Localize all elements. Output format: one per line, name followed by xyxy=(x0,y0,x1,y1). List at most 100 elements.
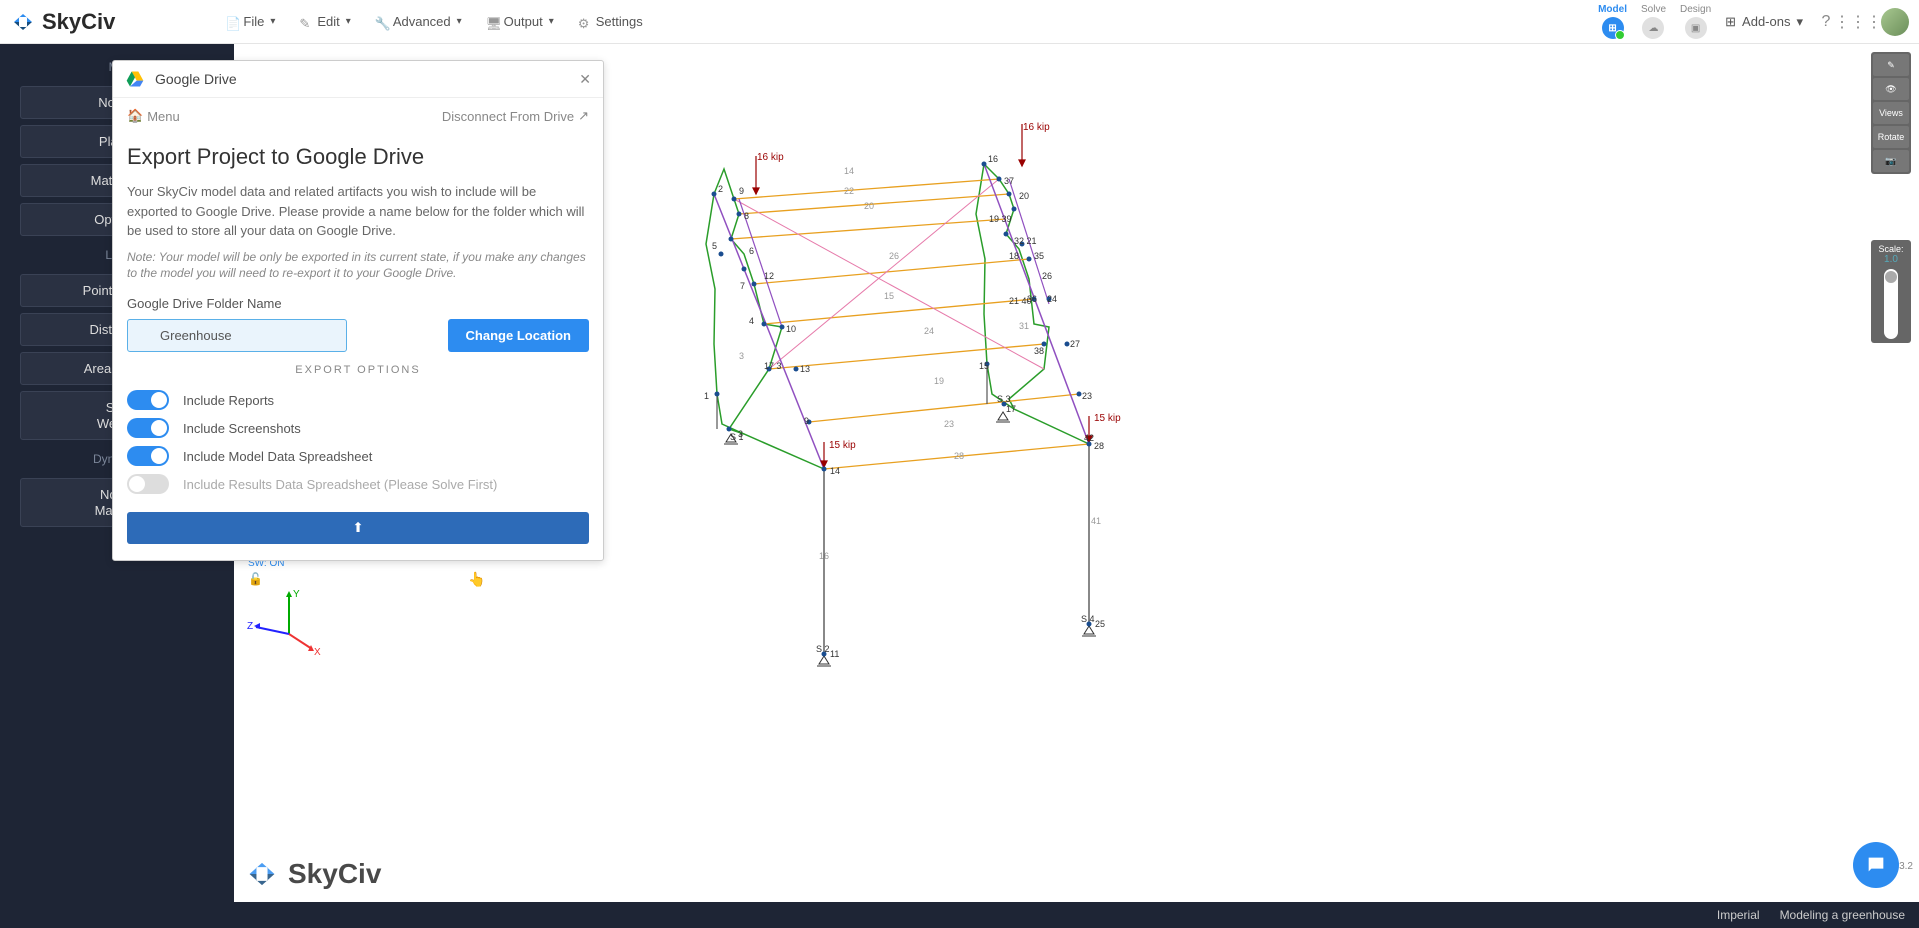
slider-thumb[interactable] xyxy=(1885,271,1897,283)
menu-edit[interactable]: ✎Edit▾ xyxy=(299,14,350,29)
change-location-button[interactable]: Change Location xyxy=(448,319,589,352)
toggle-include-reports[interactable] xyxy=(127,390,169,410)
menu-settings[interactable]: ⚙Settings xyxy=(578,14,643,29)
svg-text:16: 16 xyxy=(819,551,829,561)
brand-text: SkyCiv xyxy=(42,9,115,35)
svg-text:24: 24 xyxy=(1047,294,1057,304)
status-bar: Imperial Modeling a greenhouse xyxy=(0,902,1919,928)
opt-model-sheet-label: Include Model Data Spreadsheet xyxy=(183,449,372,464)
folder-input-row: Change Location xyxy=(127,319,589,352)
project-name[interactable]: Modeling a greenhouse xyxy=(1780,908,1905,922)
svg-text:18: 18 xyxy=(1009,251,1019,261)
scale-slider[interactable] xyxy=(1884,269,1898,339)
svg-text:38: 38 xyxy=(1034,346,1044,356)
mode-design-icon: ▣ xyxy=(1685,17,1707,39)
camera-button[interactable]: 📷 xyxy=(1873,150,1909,172)
svg-text:S 3: S 3 xyxy=(997,394,1011,404)
menu-file-label: File xyxy=(243,14,264,29)
main-menu: 📄 File ▾ ✎Edit▾ 🔧Advanced▾ 🖥Output▾ ⚙Setti… xyxy=(225,14,642,29)
chat-bubble[interactable] xyxy=(1853,842,1899,888)
menu-output[interactable]: 🖥Output▾ xyxy=(486,14,554,29)
disconnect-label: Disconnect From Drive xyxy=(442,109,574,124)
svg-text:14: 14 xyxy=(844,166,854,176)
toggle-include-model-sheet[interactable] xyxy=(127,446,169,466)
scale-value: 1.0 xyxy=(1875,254,1907,265)
svg-text:14: 14 xyxy=(830,466,840,476)
apps-grid-icon[interactable]: ⋮⋮⋮ xyxy=(1849,13,1867,31)
axis-y-label: Y xyxy=(293,589,300,600)
load-label: 16 kip xyxy=(757,152,784,163)
svg-text:31: 31 xyxy=(1019,321,1029,331)
opt-include-screenshots: Include Screenshots xyxy=(127,414,589,442)
mode-design[interactable]: Design▣ xyxy=(1680,4,1711,39)
disconnect-link[interactable]: Disconnect From Drive↗ xyxy=(442,108,589,124)
svg-text:20: 20 xyxy=(1019,191,1029,201)
pencil-tool-button[interactable]: ✎ xyxy=(1873,54,1909,76)
opt-include-model-sheet: Include Model Data Spreadsheet xyxy=(127,442,589,470)
eye-tool-button[interactable]: 👁 xyxy=(1873,78,1909,100)
chevron-down-icon: ▾ xyxy=(270,16,275,27)
toggle-include-results-sheet[interactable] xyxy=(127,474,169,494)
watermark-text: SkyCiv xyxy=(288,858,381,890)
menu-advanced[interactable]: 🔧Advanced▾ xyxy=(375,14,462,29)
svg-text:6: 6 xyxy=(749,246,754,256)
modal-note: Note: Your model will be only be exporte… xyxy=(127,249,589,283)
folder-name-input[interactable] xyxy=(127,319,347,352)
mode-solve-label: Solve xyxy=(1641,4,1666,15)
svg-text:15: 15 xyxy=(884,291,894,301)
svg-text:3: 3 xyxy=(739,351,744,361)
mode-model[interactable]: Model⊞ xyxy=(1598,4,1627,39)
topbar: SkyCiv 📄 File ▾ ✎Edit▾ 🔧Advanced▾ 🖥Output▾… xyxy=(0,0,1919,44)
file-icon: 📄 xyxy=(225,16,237,28)
svg-text:5: 5 xyxy=(712,241,717,251)
menu-settings-label: Settings xyxy=(596,14,643,29)
svg-text:26: 26 xyxy=(1042,271,1052,281)
svg-text:8: 8 xyxy=(744,211,749,221)
svg-text:17 3: 17 3 xyxy=(764,361,782,371)
units-indicator[interactable]: Imperial xyxy=(1717,908,1760,922)
svg-text:20: 20 xyxy=(864,201,874,211)
addons-menu[interactable]: ⊞Add-ons▾ xyxy=(1725,14,1803,30)
mode-solve[interactable]: Solve ☁ xyxy=(1641,4,1666,39)
opt-results-sub: (Please Solve First) xyxy=(384,477,497,492)
svg-text:9: 9 xyxy=(804,416,809,426)
user-avatar[interactable] xyxy=(1881,8,1909,36)
axes-gizmo[interactable]: Y Z X xyxy=(244,579,324,659)
svg-text:19 39: 19 39 xyxy=(989,214,1012,224)
menu-link-label: Menu xyxy=(147,109,180,124)
rotate-button[interactable]: Rotate xyxy=(1873,126,1909,148)
svg-text:2: 2 xyxy=(718,184,723,194)
home-icon: 🏠 xyxy=(127,108,143,124)
opt-screenshots-label: Include Screenshots xyxy=(183,421,301,436)
export-button[interactable]: ⬆ xyxy=(127,512,589,544)
logo: SkyCiv xyxy=(10,9,115,35)
views-button[interactable]: Views xyxy=(1873,102,1909,124)
svg-text:28: 28 xyxy=(954,451,964,461)
svg-text:41: 41 xyxy=(1091,516,1101,526)
load-label: 16 kip xyxy=(1023,122,1050,133)
toggle-include-screenshots[interactable] xyxy=(127,418,169,438)
close-button[interactable]: ✕ xyxy=(579,71,591,88)
scale-control: Scale: 1.0 xyxy=(1871,240,1911,343)
svg-text:28: 28 xyxy=(1094,441,1104,451)
svg-text:16: 16 xyxy=(988,154,998,164)
opt-reports-label: Include Reports xyxy=(183,393,274,408)
menu-file[interactable]: 📄 File ▾ xyxy=(225,14,275,29)
menu-advanced-label: Advanced xyxy=(393,14,451,29)
mode-solve-icon: ☁ xyxy=(1642,17,1664,39)
svg-text:27: 27 xyxy=(1070,339,1080,349)
mode-model-icon: ⊞ xyxy=(1602,17,1624,39)
folder-name-label: Google Drive Folder Name xyxy=(127,296,589,311)
svg-text:19: 19 xyxy=(934,376,944,386)
svg-text:17: 17 xyxy=(1006,404,1016,414)
svg-text:32 21: 32 21 xyxy=(1014,236,1037,246)
view-toolbar: ✎ 👁 Views Rotate 📷 xyxy=(1871,52,1911,174)
chat-icon xyxy=(1865,854,1887,876)
svg-text:3: 3 xyxy=(738,429,743,439)
menu-link[interactable]: 🏠 Menu xyxy=(127,108,180,124)
scale-label: Scale: xyxy=(1875,244,1907,254)
svg-text:21 40: 21 40 xyxy=(1009,296,1032,306)
google-drive-icon xyxy=(125,69,145,89)
svg-text:10: 10 xyxy=(786,324,796,334)
help-icon[interactable]: ? xyxy=(1817,13,1835,31)
